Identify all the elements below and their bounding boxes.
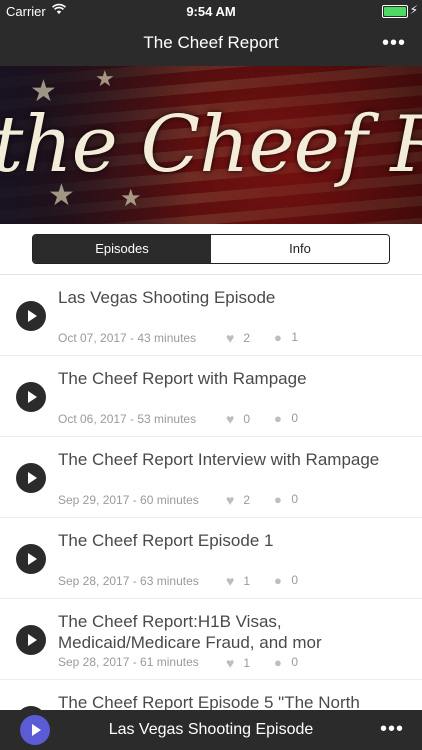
heart-icon: ♥: [226, 655, 235, 671]
comments-count: 0: [291, 573, 299, 587]
comments-count: 0: [291, 411, 299, 425]
nav-bar: The Cheef Report •••: [0, 22, 422, 66]
player-more-icon[interactable]: •••: [380, 718, 404, 741]
episode-row[interactable]: The Cheef Report:H1B Visas, Medicaid/Med…: [0, 599, 422, 680]
likes[interactable]: ♥ 2: [226, 492, 250, 508]
play-icon[interactable]: [16, 625, 46, 655]
comments[interactable]: ● 0: [274, 655, 298, 670]
comment-icon: ●: [274, 492, 282, 507]
episode-title: The Cheef Report Episode 1: [58, 531, 274, 550]
play-icon[interactable]: [16, 463, 46, 493]
tab-episodes[interactable]: Episodes: [33, 235, 211, 263]
likes-count: 1: [243, 574, 251, 588]
likes[interactable]: ♥ 2: [226, 330, 250, 346]
more-options-icon[interactable]: •••: [382, 32, 406, 55]
status-bar: Carrier 9:54 AM ⚡: [0, 0, 422, 22]
episode-row[interactable]: The Cheef Report Episode 5 "The North: [0, 680, 422, 710]
episode-list[interactable]: Las Vegas Shooting Episode Oct 07, 2017 …: [0, 275, 422, 710]
likes-count: 0: [243, 412, 251, 426]
page-title: The Cheef Report: [143, 33, 279, 52]
episode-row[interactable]: Las Vegas Shooting Episode Oct 07, 2017 …: [0, 275, 422, 356]
comments[interactable]: ● 0: [274, 411, 298, 426]
episode-meta: Oct 06, 2017 - 53 minutes: [58, 412, 197, 426]
banner-star: ★: [95, 66, 115, 91]
comments-count: 0: [291, 655, 299, 669]
comment-icon: ●: [274, 330, 282, 345]
comments[interactable]: ● 0: [274, 573, 298, 588]
comments-count: 1: [291, 330, 299, 344]
charging-icon: ⚡: [409, 3, 418, 17]
episode-meta: Oct 07, 2017 - 43 minutes: [58, 331, 197, 345]
episode-title: The Cheef Report:H1B Visas, Medicaid/Med…: [58, 612, 322, 652]
comment-icon: ●: [274, 411, 282, 426]
likes-count: 2: [243, 493, 251, 507]
likes[interactable]: ♥ 1: [226, 655, 250, 671]
play-icon[interactable]: [16, 544, 46, 574]
heart-icon: ♥: [226, 573, 235, 589]
likes[interactable]: ♥ 1: [226, 573, 250, 589]
heart-icon: ♥: [226, 492, 235, 508]
comments-count: 0: [291, 492, 299, 506]
episode-meta: Sep 28, 2017 - 61 minutes: [58, 655, 199, 669]
tab-control-container: Episodes Info: [0, 224, 422, 275]
episode-title: The Cheef Report Episode 5 "The North: [58, 693, 360, 710]
comments[interactable]: ● 1: [274, 330, 298, 345]
comment-icon: ●: [274, 573, 282, 588]
episode-row[interactable]: The Cheef Report Episode 1 Sep 28, 2017 …: [0, 518, 422, 599]
episode-meta: Sep 28, 2017 - 63 minutes: [58, 574, 199, 588]
mini-player[interactable]: Las Vegas Shooting Episode •••: [0, 710, 422, 750]
likes-count: 2: [243, 331, 251, 345]
clock: 9:54 AM: [186, 4, 236, 19]
heart-icon: ♥: [226, 411, 235, 427]
episode-row[interactable]: The Cheef Report Interview with Rampage …: [0, 437, 422, 518]
likes-count: 1: [243, 656, 251, 670]
comments[interactable]: ● 0: [274, 492, 298, 507]
battery-icon: [382, 5, 408, 18]
episode-title: The Cheef Report with Rampage: [58, 369, 307, 388]
comment-icon: ●: [274, 655, 282, 670]
banner-logo-text: the Cheef Repo: [0, 100, 422, 190]
podcast-banner-image: ★ ★ ★ ★ the Cheef Repo: [0, 66, 422, 224]
episode-meta: Sep 29, 2017 - 60 minutes: [58, 493, 199, 507]
episode-title: The Cheef Report Interview with Rampage: [58, 450, 380, 469]
episode-row[interactable]: The Cheef Report with Rampage Oct 06, 20…: [0, 356, 422, 437]
tab-info[interactable]: Info: [211, 235, 389, 263]
heart-icon: ♥: [226, 330, 235, 346]
play-icon[interactable]: [16, 301, 46, 331]
likes[interactable]: ♥ 0: [226, 411, 250, 427]
play-icon[interactable]: [16, 382, 46, 412]
now-playing-title: Las Vegas Shooting Episode: [108, 721, 314, 738]
tab-control: Episodes Info: [32, 234, 390, 264]
episode-title: Las Vegas Shooting Episode: [58, 288, 276, 307]
